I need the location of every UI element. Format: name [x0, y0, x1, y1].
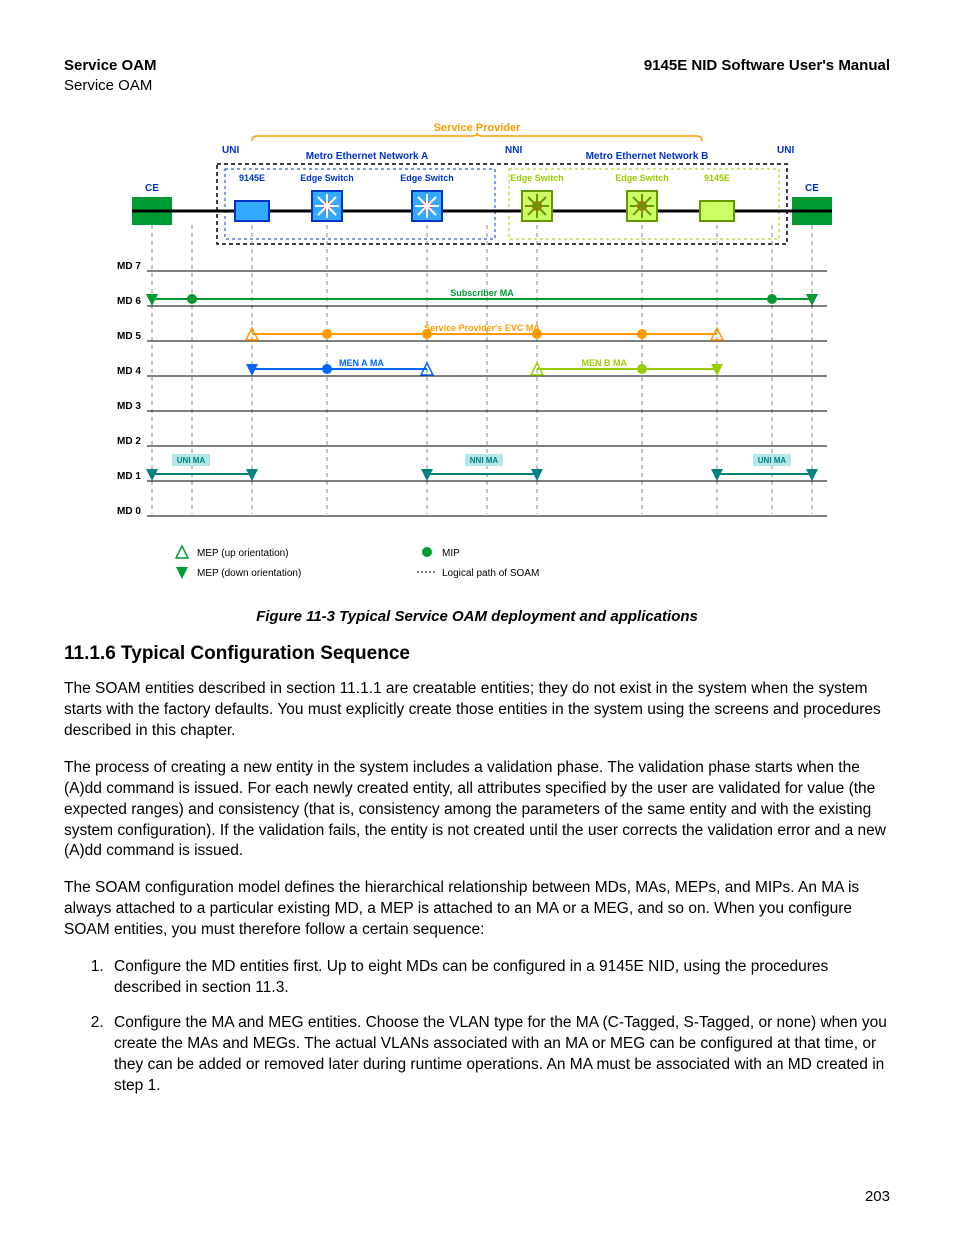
label-men-a-ma: MEN A MA	[339, 358, 384, 368]
md5: MD 5	[117, 331, 141, 342]
page-header: Service OAM Service OAM 9145E NID Softwa…	[64, 56, 890, 95]
label-uni-ma-l: UNI MA	[177, 456, 206, 465]
label-edge-b2: Edge Switch	[615, 173, 669, 183]
header-right-bold: 9145E NID Software User's Manual	[644, 56, 890, 76]
label-edge-a1: Edge Switch	[300, 173, 354, 183]
label-service-provider: Service Provider	[434, 122, 522, 134]
label-9145e-r: 9145E	[704, 173, 730, 183]
page: Service OAM Service OAM 9145E NID Softwa…	[0, 0, 954, 1235]
md2: MD 2	[117, 436, 141, 447]
header-right: 9145E NID Software User's Manual	[644, 56, 890, 95]
md3: MD 3	[117, 401, 141, 412]
section-heading: 11.1.6 Typical Configuration Sequence	[64, 643, 890, 665]
md6: MD 6	[117, 296, 141, 307]
label-9145e-l: 9145E	[239, 173, 265, 183]
label-ce-left: CE	[145, 183, 159, 194]
label-men-b-ma: MEN B MA	[582, 358, 628, 368]
label-men-a: Metro Ethernet Network A	[306, 151, 428, 162]
legend-logical: Logical path of SOAM	[442, 568, 539, 579]
header-left: Service OAM Service OAM	[64, 56, 157, 95]
label-nni: NNI	[505, 145, 522, 156]
page-number: 203	[865, 1188, 890, 1205]
header-left-plain: Service OAM	[64, 76, 157, 96]
label-edge-b1: Edge Switch	[510, 173, 564, 183]
label-edge-a2: Edge Switch	[400, 173, 454, 183]
label-uni-right: UNI	[777, 145, 794, 156]
label-uni-ma-r: UNI MA	[758, 456, 787, 465]
label-men-b: Metro Ethernet Network B	[586, 151, 709, 162]
legend-mep-up: MEP (up orientation)	[197, 548, 289, 559]
legend-mip: MIP	[442, 548, 460, 559]
figure: Service Provider UNI NNI UNI Metro Ether…	[117, 119, 837, 625]
legend-mep-down: MEP (down orientation)	[197, 568, 301, 579]
label-subscriber-ma: Subscriber MA	[450, 288, 514, 298]
figure-caption: Figure 11-3 Typical Service OAM deployme…	[117, 608, 837, 625]
md4: MD 4	[117, 366, 141, 377]
label-nni-ma: NNI MA	[470, 456, 499, 465]
md7: MD 7	[117, 261, 141, 272]
label-ce-right: CE	[805, 183, 819, 194]
ordered-list: Configure the MD entities first. Up to e…	[90, 957, 890, 1097]
para-3: The SOAM configuration model defines the…	[64, 878, 890, 941]
list-item-1: Configure the MD entities first. Up to e…	[108, 957, 890, 999]
list-item-2: Configure the MA and MEG entities. Choos…	[108, 1013, 890, 1097]
label-sp-evc-ma: Service Provider's EVC MA	[424, 323, 540, 333]
md0: MD 0	[117, 506, 141, 517]
md1: MD 1	[117, 471, 141, 482]
header-left-bold: Service OAM	[64, 56, 157, 76]
label-uni-left: UNI	[222, 145, 239, 156]
para-1: The SOAM entities described in section 1…	[64, 679, 890, 742]
para-2: The process of creating a new entity in …	[64, 758, 890, 863]
diagram-svg: Service Provider UNI NNI UNI Metro Ether…	[117, 119, 837, 589]
